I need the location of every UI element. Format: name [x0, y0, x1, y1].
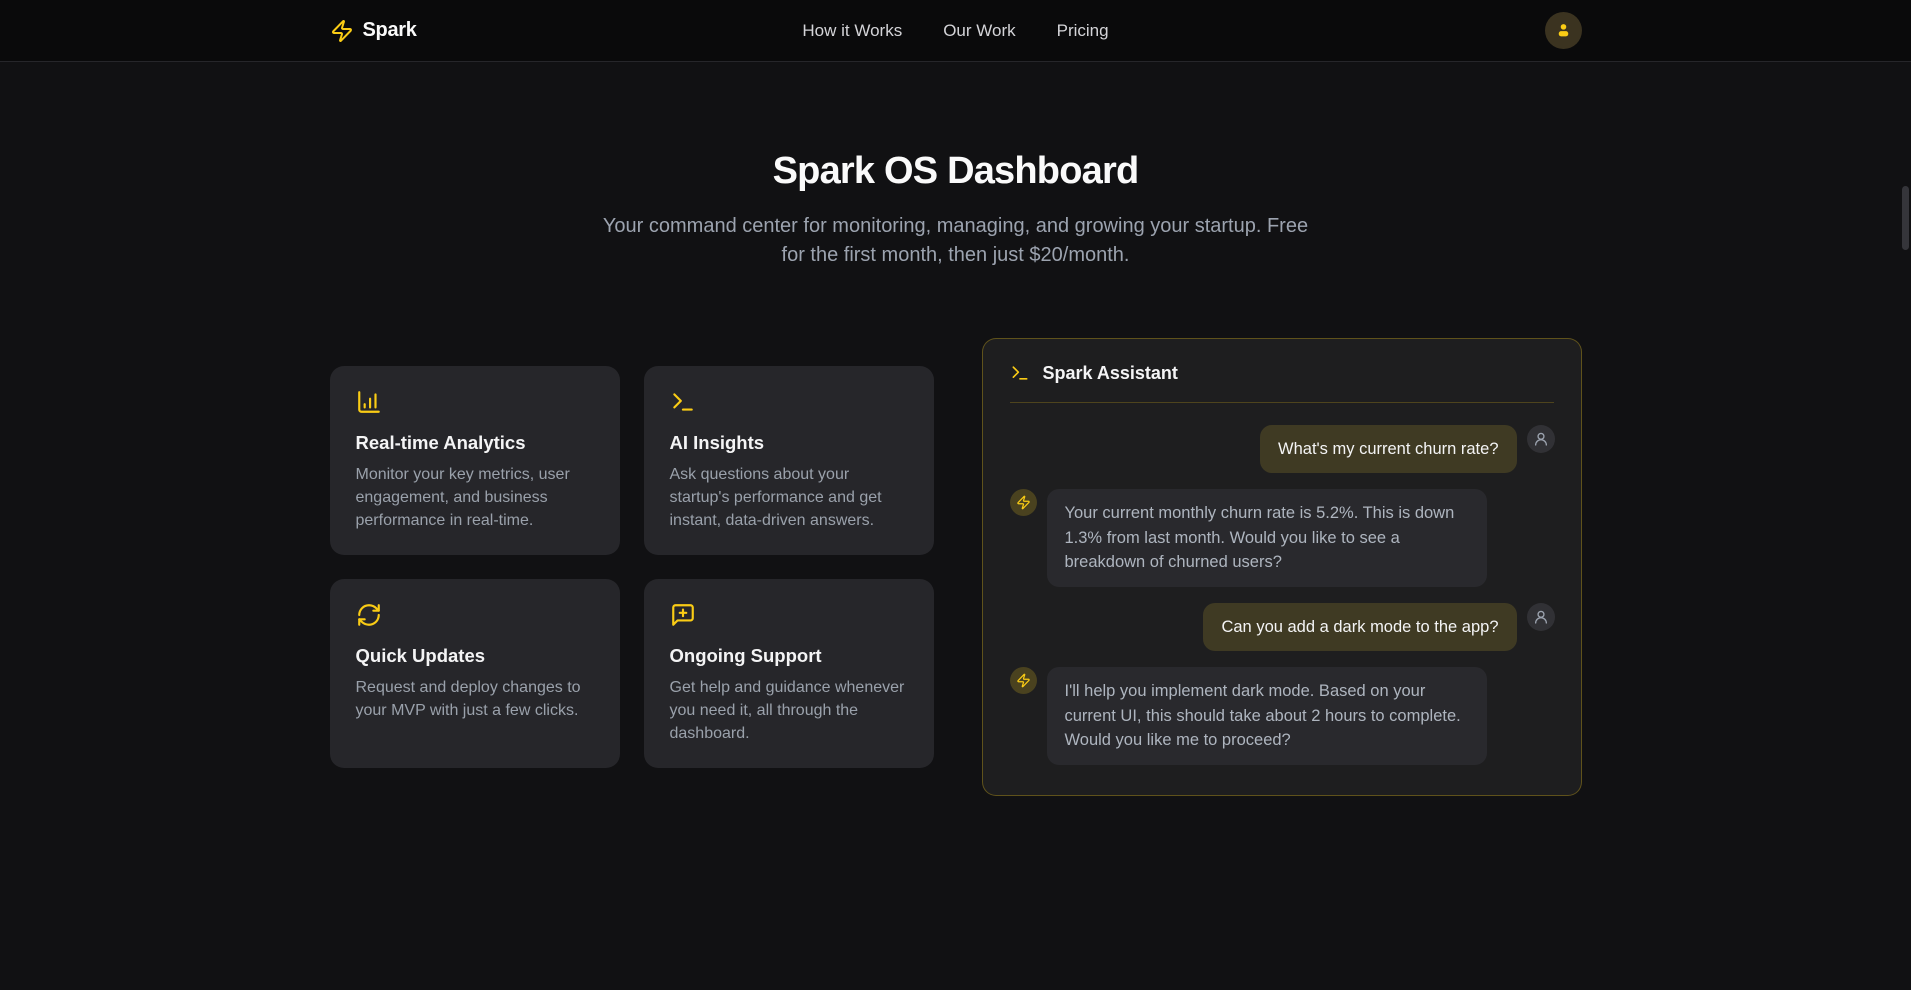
scrollbar-thumb[interactable] [1902, 186, 1909, 250]
assistant-message: I'll help you implement dark mode. Based… [1010, 667, 1555, 765]
account-avatar-button[interactable] [1545, 12, 1582, 49]
nav-links: How it Works Our Work Pricing [802, 21, 1108, 41]
spark-assistant-panel: Spark Assistant What's my current churn … [982, 338, 1582, 796]
message-avatar [1527, 603, 1555, 631]
feature-title: AI Insights [670, 432, 908, 454]
terminal-icon [1010, 363, 1030, 383]
message-bubble: Your current monthly churn rate is 5.2%.… [1047, 489, 1487, 587]
chat-messages: What's my current churn rate? Your curre… [983, 403, 1581, 795]
message-bubble: Can you add a dark mode to the app? [1203, 603, 1516, 652]
nav-link-how-it-works[interactable]: How it Works [802, 21, 902, 41]
feature-card-ongoing-support: Ongoing Support Get help and guidance wh… [644, 579, 934, 768]
feature-card-ai-insights: AI Insights Ask questions about your sta… [644, 366, 934, 555]
brand-logo[interactable]: Spark [330, 19, 417, 43]
brand-name: Spark [363, 19, 417, 42]
message-square-plus-icon [670, 602, 696, 628]
user-message: Can you add a dark mode to the app? [1010, 603, 1555, 652]
user-icon [1554, 21, 1573, 40]
zap-icon [1016, 673, 1031, 688]
main-content: Spark OS Dashboard Your command center f… [0, 62, 1911, 796]
user-round-icon [1533, 609, 1549, 625]
terminal-icon [670, 389, 696, 415]
message-bubble: What's my current churn rate? [1260, 425, 1516, 474]
hero-subtitle: Your command center for monitoring, mana… [601, 212, 1311, 270]
user-round-icon [1533, 431, 1549, 447]
message-bubble: I'll help you implement dark mode. Based… [1047, 667, 1487, 765]
feature-card-quick-updates: Quick Updates Request and deploy changes… [330, 579, 620, 768]
assistant-message: Your current monthly churn rate is 5.2%.… [1010, 489, 1555, 587]
page-title: Spark OS Dashboard [0, 150, 1911, 194]
nav-bar: Spark How it Works Our Work Pricing [0, 0, 1911, 62]
feature-description: Ask questions about your startup's perfo… [670, 463, 908, 532]
nav-container: Spark How it Works Our Work Pricing [330, 12, 1582, 49]
content-row: Real-time Analytics Monitor your key met… [330, 338, 1582, 796]
assistant-title: Spark Assistant [1043, 363, 1178, 384]
feature-description: Request and deploy changes to your MVP w… [356, 676, 594, 722]
message-avatar [1010, 667, 1037, 694]
feature-title: Quick Updates [356, 645, 594, 667]
nav-link-our-work[interactable]: Our Work [943, 21, 1015, 41]
features-grid: Real-time Analytics Monitor your key met… [330, 366, 934, 768]
refresh-icon [356, 602, 382, 628]
feature-description: Get help and guidance whenever you need … [670, 676, 908, 745]
feature-description: Monitor your key metrics, user engagemen… [356, 463, 594, 532]
assistant-header: Spark Assistant [983, 339, 1581, 402]
feature-title: Real-time Analytics [356, 432, 594, 454]
message-avatar [1010, 489, 1037, 516]
nav-link-pricing[interactable]: Pricing [1057, 21, 1109, 41]
feature-card-real-time-analytics: Real-time Analytics Monitor your key met… [330, 366, 620, 555]
zap-icon [1016, 495, 1031, 510]
chart-column-icon [356, 389, 382, 415]
zap-icon [330, 19, 354, 43]
user-message: What's my current churn rate? [1010, 425, 1555, 474]
message-avatar [1527, 425, 1555, 453]
feature-title: Ongoing Support [670, 645, 908, 667]
